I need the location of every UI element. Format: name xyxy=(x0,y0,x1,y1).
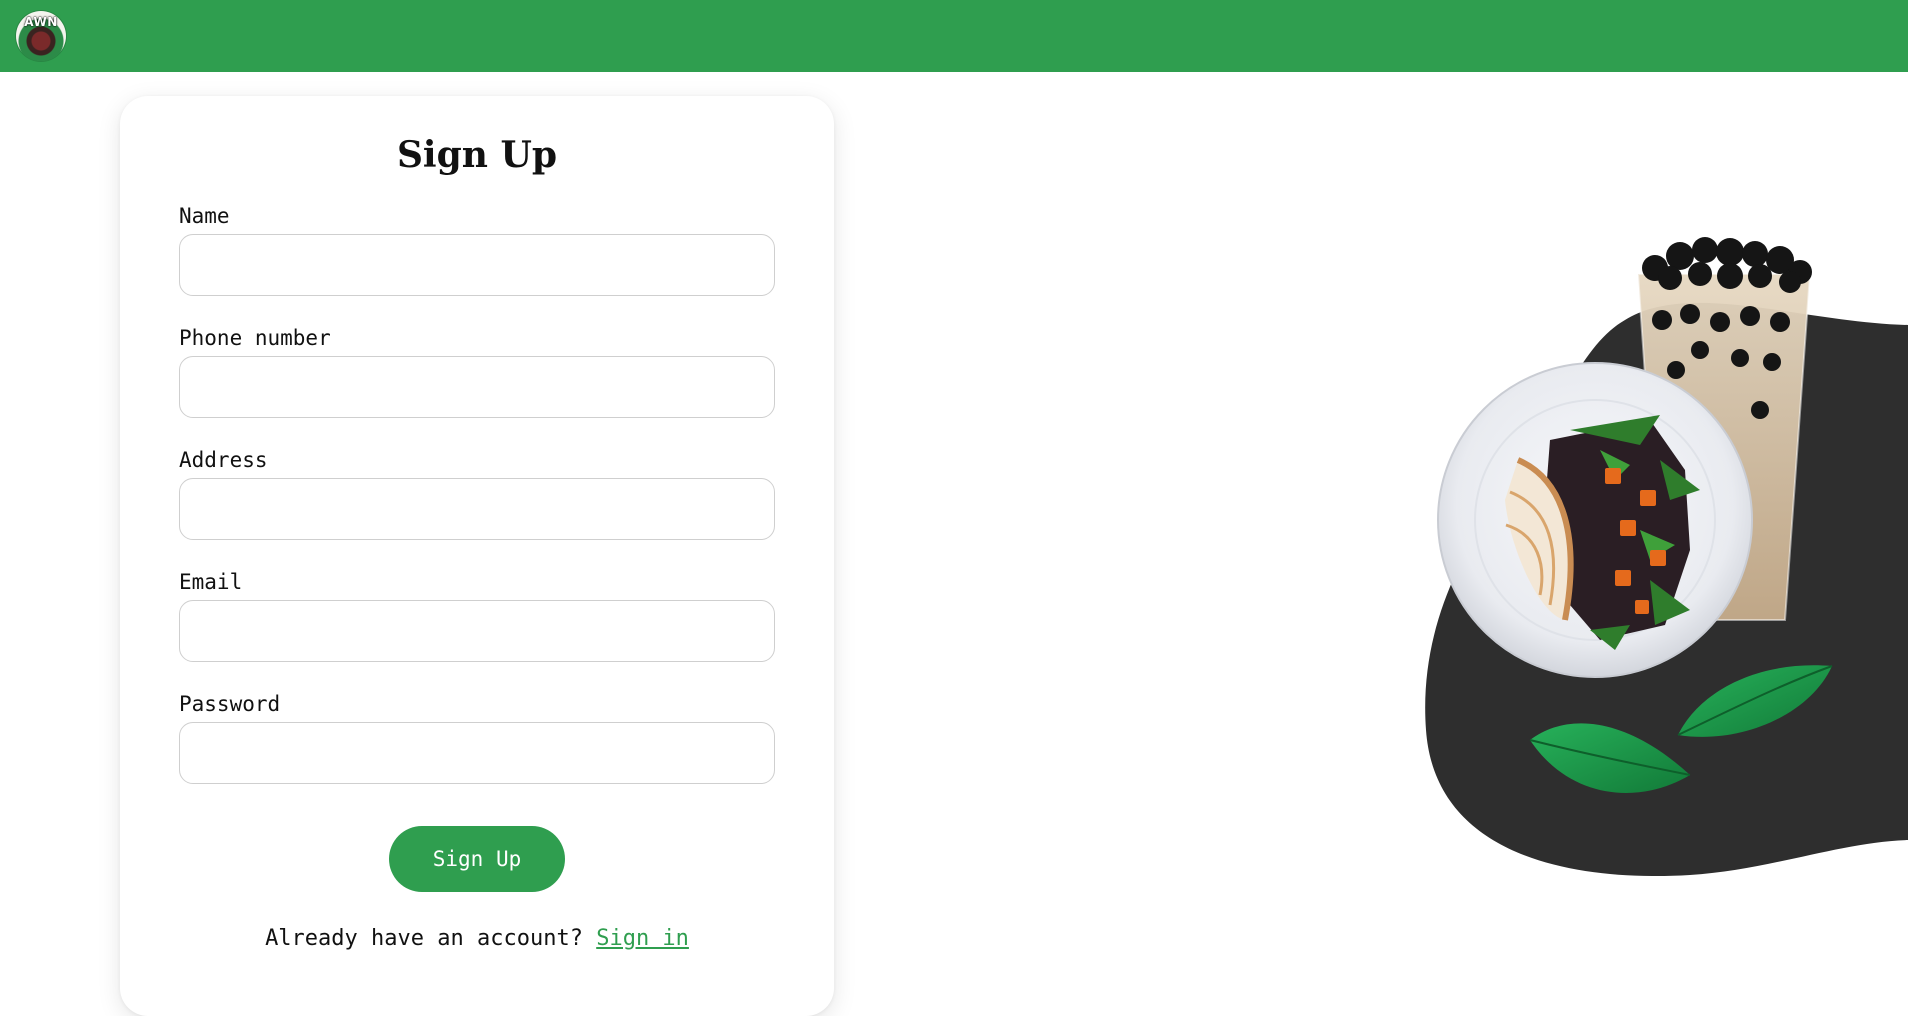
phone-number-input[interactable] xyxy=(179,356,775,418)
logo-text: AWN xyxy=(24,15,58,29)
email-input[interactable] xyxy=(179,600,775,662)
address-input[interactable] xyxy=(179,478,775,540)
signin-prompt: Already have an account? Sign in xyxy=(120,926,834,951)
hero-food-illustration xyxy=(1425,237,1908,877)
phone-number-label: Phone number xyxy=(179,326,331,350)
signin-link[interactable]: Sign in xyxy=(596,926,689,951)
email-label: Email xyxy=(179,570,243,594)
name-input[interactable] xyxy=(179,234,775,296)
chicken-salad-plate xyxy=(1437,362,1753,678)
signup-card: Sign Up Name Phone number Address Email … xyxy=(120,96,834,1016)
address-label: Address xyxy=(179,448,268,472)
password-label: Password xyxy=(179,692,281,716)
name-label: Name xyxy=(179,204,230,228)
signin-prompt-text: Already have an account? xyxy=(265,926,583,951)
page-title: Sign Up xyxy=(396,134,558,176)
top-nav-bar: AWN xyxy=(0,0,1908,72)
brand-logo[interactable]: AWN xyxy=(16,11,66,61)
password-input[interactable] xyxy=(179,722,775,784)
signup-button[interactable]: Sign Up xyxy=(389,826,565,892)
